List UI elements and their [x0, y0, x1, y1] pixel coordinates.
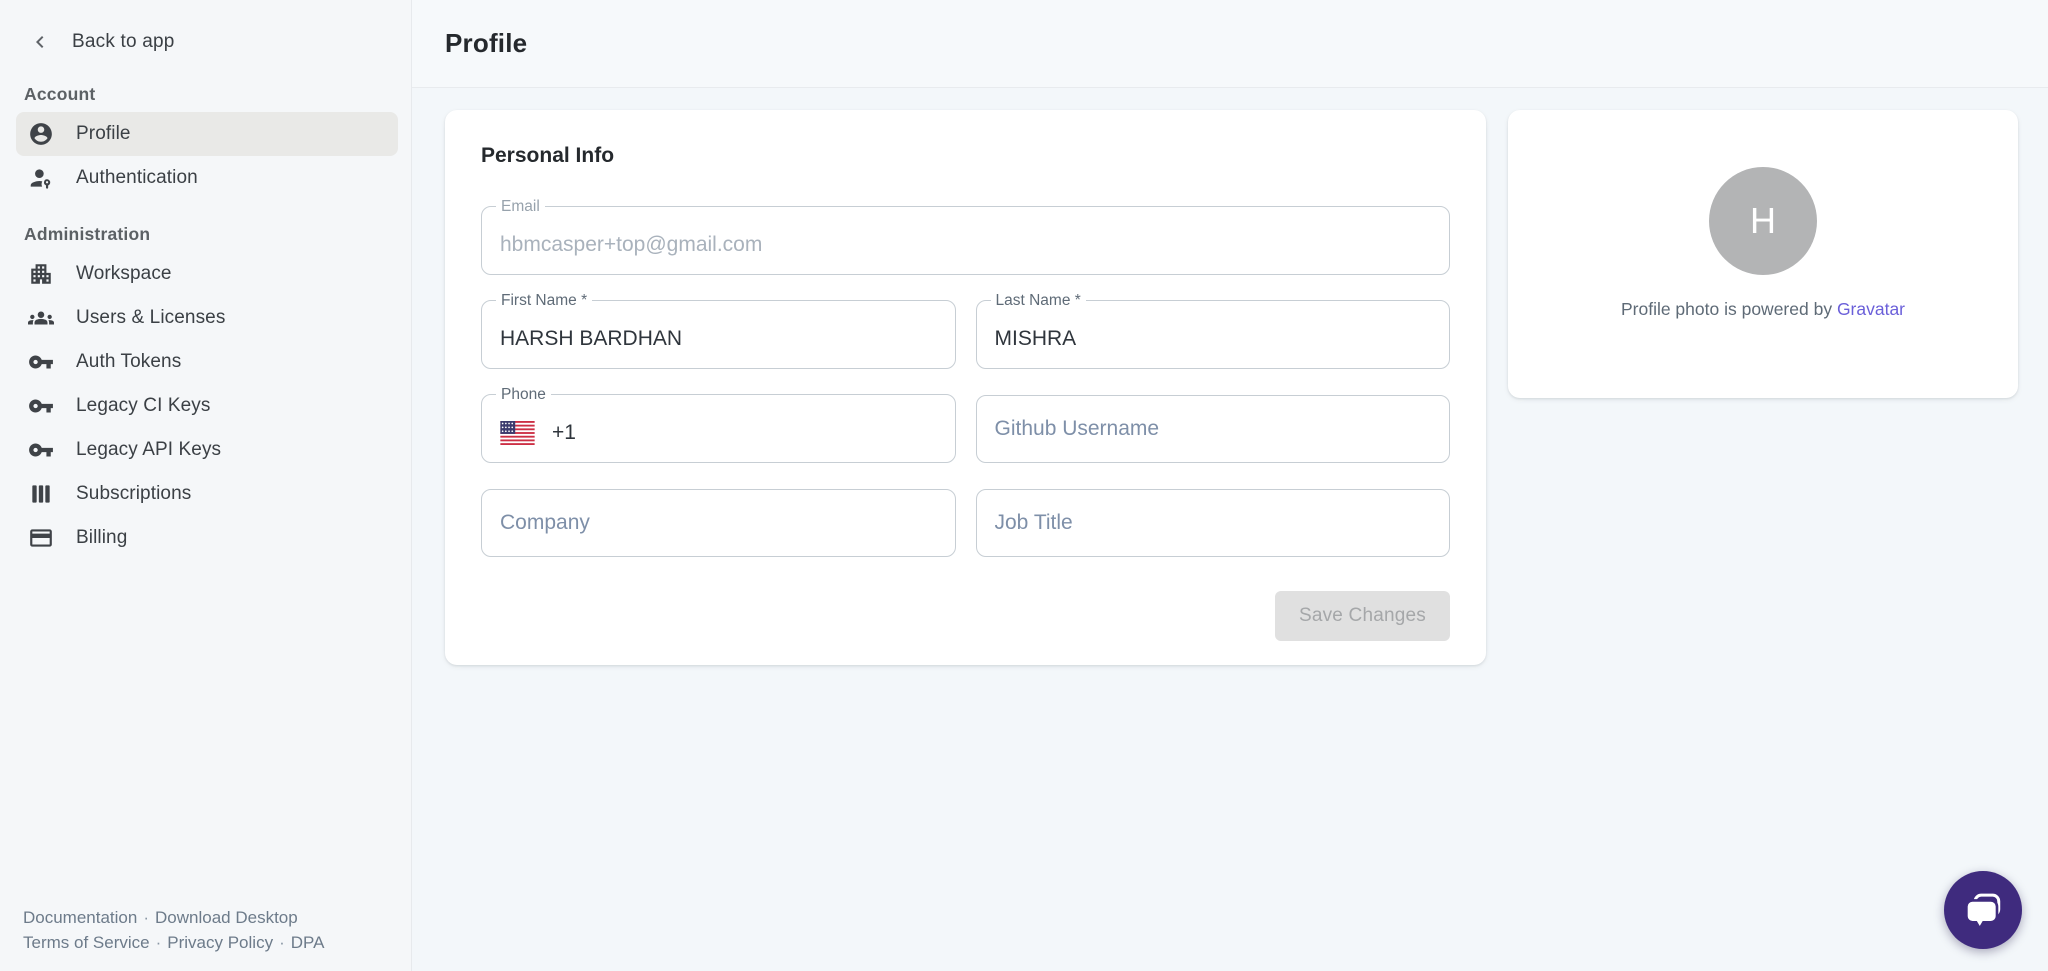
download-desktop-link[interactable]: Download Desktop	[155, 908, 298, 927]
key-icon	[28, 437, 54, 463]
sidebar-item-label: Subscriptions	[76, 483, 191, 505]
page-title: Profile	[445, 28, 527, 59]
email-input[interactable]	[500, 233, 1431, 257]
terms-of-service-link[interactable]: Terms of Service	[23, 933, 150, 952]
sidebar-item-label: Legacy API Keys	[76, 439, 221, 461]
credit-card-icon	[28, 525, 54, 551]
dpa-link[interactable]: DPA	[291, 933, 325, 952]
footer-row-2: Terms of Service · Privacy Policy · DPA	[23, 930, 391, 955]
github-username-input[interactable]	[995, 417, 1432, 441]
page-header: Profile	[412, 0, 2048, 88]
sidebar-item-authentication[interactable]: Authentication	[16, 156, 398, 200]
phone-field[interactable]: Phone	[481, 386, 956, 463]
sidebar-item-auth-tokens[interactable]: Auth Tokens	[16, 340, 398, 384]
email-field-slot: Email	[481, 198, 1450, 275]
avatar: H	[1709, 167, 1817, 275]
sidebar-footer: Documentation · Download Desktop Terms of …	[0, 905, 411, 971]
github-username-field	[976, 395, 1451, 463]
footer-separator: ·	[279, 933, 285, 952]
sidebar-item-users-licenses[interactable]: Users & Licenses	[16, 296, 398, 340]
sidebar-item-workspace[interactable]: Workspace	[16, 252, 398, 296]
key-icon	[28, 393, 54, 419]
sidebar-item-label: Users & Licenses	[76, 307, 225, 329]
sidebar-item-subscriptions[interactable]: Subscriptions	[16, 472, 398, 516]
email-field-label: Email	[496, 198, 545, 215]
sidebar-item-label: Billing	[76, 527, 127, 549]
personal-info-form: Email First Name * Last Name *	[481, 198, 1450, 557]
back-to-app-label: Back to app	[72, 31, 175, 53]
chat-launcher-button[interactable]	[1944, 871, 2022, 949]
documentation-link[interactable]: Documentation	[23, 908, 137, 927]
sidebar-item-profile[interactable]: Profile	[16, 112, 398, 156]
company-input[interactable]	[500, 511, 937, 535]
dial-code: +1	[552, 421, 576, 445]
save-changes-button[interactable]: Save Changes	[1275, 591, 1450, 641]
us-flag-icon	[500, 421, 535, 445]
github-field-slot	[976, 386, 1451, 463]
job-title-field	[976, 489, 1451, 557]
form-actions: Save Changes	[481, 591, 1450, 641]
avatar-caption: Profile photo is powered by Gravatar	[1621, 299, 1905, 320]
sidebar: Back to app Account Profile Authenticati…	[0, 0, 412, 971]
avatar-caption-text: Profile photo is powered by	[1621, 299, 1832, 319]
job-title-input[interactable]	[995, 511, 1432, 535]
account-circle-icon	[28, 121, 54, 147]
app-root: Back to app Account Profile Authenticati…	[0, 0, 2048, 971]
main-area: Profile Personal Info Email First Name	[412, 0, 2048, 971]
sidebar-item-label: Legacy CI Keys	[76, 395, 210, 417]
footer-row-1: Documentation · Download Desktop	[23, 905, 391, 930]
chat-bubbles-icon	[1962, 889, 2004, 931]
footer-separator: ·	[143, 908, 149, 927]
footer-separator: ·	[156, 933, 162, 952]
phone-field-label: Phone	[496, 386, 551, 403]
privacy-policy-link[interactable]: Privacy Policy	[167, 933, 273, 952]
email-field: Email	[481, 198, 1450, 275]
content-area: Personal Info Email First Name *	[412, 88, 2048, 971]
job-title-field-slot	[976, 480, 1451, 557]
sidebar-item-label: Authentication	[76, 167, 198, 189]
sidebar-item-label: Workspace	[76, 263, 172, 285]
building-icon	[28, 261, 54, 287]
avatar-card: H Profile photo is powered by Gravatar	[1508, 110, 2018, 398]
phone-input[interactable]: +1	[500, 421, 937, 445]
sidebar-item-label: Auth Tokens	[76, 351, 181, 373]
section-title-administration: Administration	[24, 224, 387, 245]
person-key-icon	[28, 165, 54, 191]
phone-field-slot: Phone	[481, 386, 956, 463]
back-to-app-button[interactable]: Back to app	[0, 0, 411, 74]
first-name-input[interactable]	[500, 327, 937, 351]
company-field	[481, 489, 956, 557]
sidebar-item-legacy-api-keys[interactable]: Legacy API Keys	[16, 428, 398, 472]
section-title-account: Account	[24, 84, 387, 105]
first-name-field-label: First Name *	[496, 292, 592, 309]
sidebar-item-legacy-ci-keys[interactable]: Legacy CI Keys	[16, 384, 398, 428]
sidebar-item-billing[interactable]: Billing	[16, 516, 398, 560]
key-icon	[28, 349, 54, 375]
first-name-field-slot: First Name *	[481, 292, 956, 369]
last-name-field-label: Last Name *	[991, 292, 1086, 309]
last-name-field: Last Name *	[976, 292, 1451, 369]
columns-icon	[28, 481, 54, 507]
personal-info-title: Personal Info	[481, 144, 1450, 168]
chevron-left-icon	[28, 30, 52, 54]
last-name-field-slot: Last Name *	[976, 292, 1451, 369]
gravatar-link[interactable]: Gravatar	[1837, 299, 1905, 319]
sidebar-item-label: Profile	[76, 123, 131, 145]
first-name-field: First Name *	[481, 292, 956, 369]
groups-icon	[28, 305, 54, 331]
personal-info-card: Personal Info Email First Name *	[445, 110, 1486, 665]
last-name-input[interactable]	[995, 327, 1432, 351]
company-field-slot	[481, 480, 956, 557]
